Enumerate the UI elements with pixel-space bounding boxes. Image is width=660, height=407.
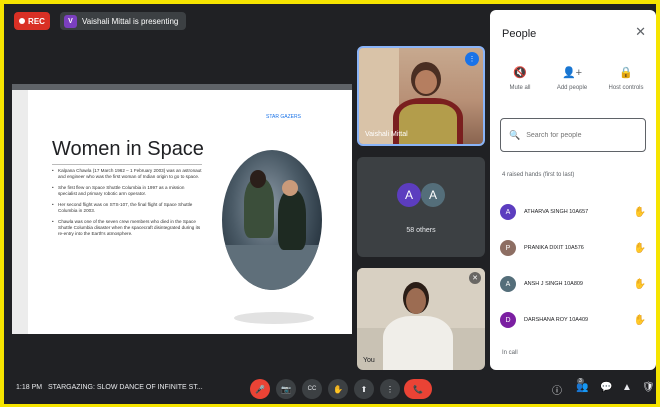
slide-title: Women in Space	[52, 138, 204, 160]
raised-hand-icon[interactable]: ✋	[634, 207, 646, 218]
participant-avatar: P	[500, 240, 516, 256]
add-people-label: Add people	[556, 85, 588, 91]
slide-divider	[52, 164, 202, 165]
lock-icon: 🔒	[619, 67, 633, 79]
present-button[interactable]: ⬆	[354, 379, 374, 399]
participants-badge: 3	[577, 378, 584, 384]
participant-name: ATHARVA SINGH 10A657	[524, 209, 589, 215]
presenting-banner: V Vaishali Mittal is presenting	[60, 12, 187, 30]
recording-badge: REC	[14, 12, 50, 30]
shield-icon[interactable]: 🛡	[642, 382, 655, 393]
speaking-indicator-icon: ⋮	[465, 52, 479, 66]
participant-name: ANSH J SINGH 10A809	[524, 281, 583, 287]
bottom-bar: 1:18 PM STARGAZING: SLOW DANCE OF INFINI…	[4, 374, 656, 404]
meeting-title: STARGAZING: SLOW DANCE OF INFINITE ST...	[48, 384, 203, 391]
participant-avatar: A	[500, 204, 516, 220]
recording-dot-icon	[19, 18, 26, 24]
activities-icon[interactable]: ▲	[622, 382, 632, 393]
mic-toggle-button[interactable]: 🎤	[250, 379, 270, 399]
slide-bullet: Kalpana Chawla (17 March 1962 – 1 Februa…	[52, 168, 202, 180]
participant-name: DARSHANA ROY 10A409	[524, 317, 589, 323]
speaker-tile[interactable]: ⋮ Vaishali Mittal	[357, 46, 485, 146]
presenter-avatar: V	[64, 14, 77, 28]
people-panel: People ✕ 🔇 Mute all 👤+ Add people 🔒 Host…	[490, 10, 656, 370]
raised-hand-row[interactable]: D DARSHANA ROY 10A409 ✋	[500, 308, 650, 332]
raised-hand-row[interactable]: P PRANIKA DIXIT 10A576 ✋	[500, 236, 650, 260]
participant-name: PRANIKA DIXIT 10A576	[524, 245, 584, 251]
info-icon[interactable]: ⓘ	[552, 382, 562, 397]
raised-hand-icon[interactable]: ✋	[634, 279, 646, 290]
astronaut-photo	[222, 150, 322, 290]
raised-hand-row[interactable]: A ANSH J SINGH 10A809 ✋	[500, 272, 650, 296]
add-person-icon: 👤+	[561, 67, 583, 79]
self-name: You	[363, 357, 375, 364]
search-input[interactable]	[526, 131, 637, 139]
mute-all-label: Mute all	[509, 85, 531, 91]
search-icon: 🔍	[509, 129, 521, 140]
slide-bullet: She first flew on Space Shuttle Columbia…	[52, 185, 202, 197]
slide-bullet: Chawla was one of the seven crew members…	[52, 219, 202, 237]
add-people-button[interactable]: 👤+ Add people	[546, 66, 598, 91]
raised-hand-icon[interactable]: ✋	[634, 315, 646, 326]
slide-bullet: Her second flight was on STS-107, the fi…	[52, 202, 202, 214]
participant-avatar: A	[500, 276, 516, 292]
mute-all-button[interactable]: 🔇 Mute all	[494, 66, 546, 91]
presentation-slide: STAR GAZERS Women in Space Kalpana Chawl…	[12, 84, 352, 334]
others-tile[interactable]: A A 58 others	[357, 157, 485, 257]
people-search[interactable]: 🔍	[500, 118, 646, 152]
raised-hand-icon[interactable]: ✋	[634, 243, 646, 254]
raised-hand-row[interactable]: A ATHARVA SINGH 10A657 ✋	[500, 200, 650, 224]
other-avatar: A	[397, 183, 421, 207]
host-controls-button[interactable]: 🔒 Host controls	[600, 66, 652, 91]
self-camera-tile[interactable]: ✕ You	[357, 268, 485, 370]
host-controls-label: Host controls	[608, 85, 644, 91]
meet-window: REC V Vaishali Mittal is presenting STAR…	[4, 4, 656, 404]
recording-label: REC	[28, 16, 45, 26]
chat-icon[interactable]: 💬	[600, 382, 612, 393]
leave-call-button[interactable]: 📞	[404, 379, 432, 399]
in-call-label: In call	[502, 350, 518, 356]
slide-bullets: Kalpana Chawla (17 March 1962 – 1 Februa…	[52, 168, 202, 242]
close-panel-button[interactable]: ✕	[635, 24, 646, 40]
raised-hands-label: 4 raised hands (first to last)	[502, 172, 575, 178]
slide-top-bar	[12, 84, 352, 90]
people-panel-title: People	[502, 28, 537, 40]
mute-icon: 🔇	[513, 67, 527, 79]
presenter-text: Vaishali Mittal is presenting	[82, 16, 179, 26]
other-avatar: A	[421, 183, 445, 207]
more-options-button[interactable]: ⋮	[380, 379, 400, 399]
slide-header-link: STAR GAZERS	[266, 114, 301, 120]
camera-toggle-button[interactable]: 📷	[276, 379, 296, 399]
photo-shadow	[234, 312, 314, 324]
raise-hand-button[interactable]: ✋	[328, 379, 348, 399]
slide-side-band	[12, 90, 28, 334]
clock-time: 1:18 PM	[16, 384, 43, 391]
captions-button[interactable]: CC	[302, 379, 322, 399]
speaker-name: Vaishali Mittal	[365, 131, 408, 138]
participant-avatar: D	[500, 312, 516, 328]
mic-off-icon: ✕	[469, 272, 481, 284]
others-count: 58 others	[406, 227, 436, 234]
